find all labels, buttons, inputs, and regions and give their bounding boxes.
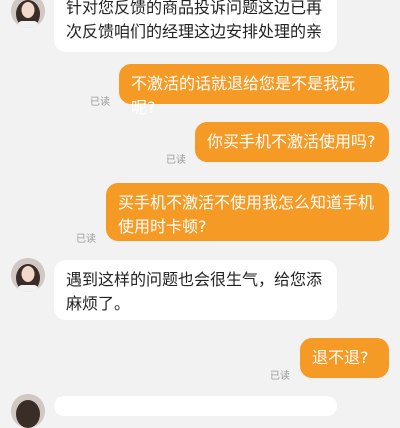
message-outgoing[interactable]: 你买手机不激活使用吗? — [195, 122, 389, 162]
agent-avatar-icon — [11, 0, 45, 28]
message-text: 不激活的话就退给您是不是我玩呢? — [131, 74, 356, 117]
read-status: 已读 — [76, 234, 96, 245]
message-text: 退不退? — [312, 348, 369, 367]
message-incoming-partial[interactable] — [54, 396, 337, 416]
agent-avatar-icon — [11, 258, 45, 292]
message-text: 遇到这样的问题也会很生气，给您添麻烦了。 — [66, 270, 323, 313]
message-incoming[interactable]: 针对您反馈的商品投诉问题这边已再次反馈咱们的经理这边安排处理的亲 — [54, 0, 337, 52]
message-text: 针对您反馈的商品投诉问题这边已再次反馈咱们的经理这边安排处理的亲 — [66, 0, 323, 41]
agent-avatar[interactable] — [11, 394, 45, 428]
agent-avatar[interactable] — [11, 258, 45, 292]
agent-avatar[interactable] — [11, 0, 45, 28]
message-text: 买手机不激活不使用我怎么知道手机使用时卡顿? — [118, 193, 375, 236]
agent-avatar-icon — [11, 394, 45, 428]
message-outgoing[interactable]: 退不退? — [300, 338, 389, 378]
message-incoming[interactable]: 遇到这样的问题也会很生气，给您添麻烦了。 — [54, 260, 337, 320]
read-status: 已读 — [270, 371, 290, 382]
read-status: 已读 — [90, 97, 110, 108]
read-status: 已读 — [166, 155, 186, 166]
message-outgoing[interactable]: 不激活的话就退给您是不是我玩呢? — [119, 64, 389, 117]
message-outgoing[interactable]: 买手机不激活不使用我怎么知道手机使用时卡顿? — [106, 183, 389, 241]
message-text: 你买手机不激活使用吗? — [207, 132, 376, 151]
